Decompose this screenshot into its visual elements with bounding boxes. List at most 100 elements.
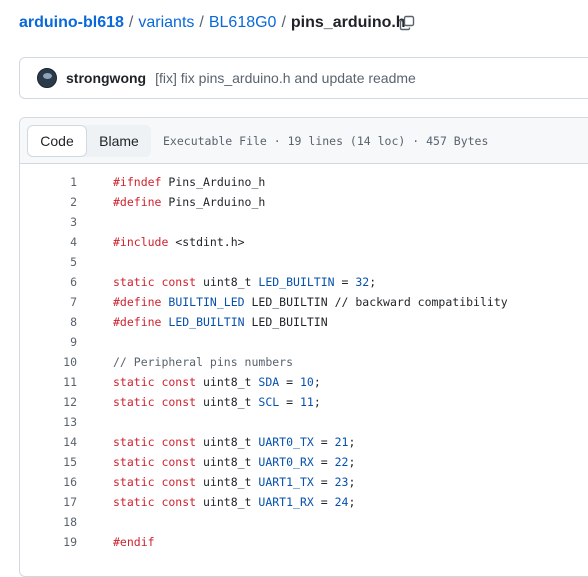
breadcrumb-separator: / xyxy=(199,14,204,31)
code-line: 12 static const uint8_t SCL = 11; xyxy=(20,392,588,412)
line-number[interactable]: 13 xyxy=(20,412,77,432)
code-token: #define xyxy=(113,195,169,209)
code-token: ; xyxy=(313,375,321,389)
code-text: #endif xyxy=(113,532,155,552)
code-token: = xyxy=(279,375,300,389)
code-line: 7 #define BUILTIN_LED LED_BUILTIN // back… xyxy=(20,292,588,312)
code-token: #include xyxy=(113,235,176,249)
line-number[interactable]: 6 xyxy=(20,272,77,292)
line-number[interactable]: 18 xyxy=(20,512,77,532)
breadcrumb-repo-link[interactable]: arduino-bl618 xyxy=(19,14,124,32)
code-token: 11 xyxy=(299,395,314,409)
file-info: Executable File · 19 lines (14 loc) · 45… xyxy=(163,133,489,148)
code-token: ; xyxy=(348,495,356,509)
code-token: uint8_t xyxy=(203,435,259,449)
avatar[interactable] xyxy=(37,68,57,88)
code-token: static const xyxy=(113,475,204,489)
line-number[interactable]: 12 xyxy=(20,392,77,412)
commit-author[interactable]: strongwong xyxy=(66,70,146,86)
code-token: #endif xyxy=(113,535,155,549)
code-line: 1 #ifndef Pins_Arduino_h xyxy=(20,172,588,192)
code-text: #define LED_BUILTIN LED_BUILTIN xyxy=(113,312,328,332)
line-number[interactable]: 14 xyxy=(20,432,77,452)
line-number[interactable]: 2 xyxy=(20,192,77,212)
code-token: UART1_TX xyxy=(258,475,314,489)
code-token: <stdint.h> xyxy=(175,235,245,249)
breadcrumb: arduino-bl618 / variants / BL618G0 / pin… xyxy=(19,12,406,34)
copy-path-button[interactable] xyxy=(397,13,417,33)
code-token: 24 xyxy=(334,495,349,509)
line-number[interactable]: 3 xyxy=(20,212,77,232)
code-token: = xyxy=(313,475,335,489)
code-token: ; xyxy=(369,275,377,289)
commit-message[interactable]: [fix] fix pins_arduino.h and update read… xyxy=(155,70,416,86)
code-token: LED_BUILTIN xyxy=(168,315,252,329)
code-text: static const uint8_t UART0_RX = 22; xyxy=(113,452,355,472)
code-token: UART0_TX xyxy=(258,435,314,449)
code-token: static const xyxy=(113,395,204,409)
code-token: SDA xyxy=(258,375,280,389)
code-token: #define xyxy=(113,315,169,329)
line-number[interactable]: 17 xyxy=(20,492,77,512)
code-text: #define BUILTIN_LED LED_BUILTIN // backw… xyxy=(113,292,508,312)
code-token: uint8_t xyxy=(203,395,259,409)
line-number[interactable]: 1 xyxy=(20,172,77,192)
tab-code[interactable]: Code xyxy=(27,124,87,157)
code-text: static const uint8_t SCL = 11; xyxy=(113,392,321,412)
code-token: #ifndef xyxy=(113,175,169,189)
line-number[interactable]: 19 xyxy=(20,532,77,552)
code-token: Pins_Arduino_h xyxy=(168,175,266,189)
code-token: 23 xyxy=(334,475,349,489)
code-token: UART0_RX xyxy=(258,455,314,469)
line-number[interactable]: 10 xyxy=(20,352,77,372)
code-text: // Peripheral pins numbers xyxy=(113,352,293,372)
code-line: 14 static const uint8_t UART0_TX = 21; xyxy=(20,432,588,452)
line-number[interactable]: 8 xyxy=(20,312,77,332)
code-text: static const uint8_t SDA = 10; xyxy=(113,372,321,392)
copy-icon xyxy=(399,15,415,31)
code-line: 16 static const uint8_t UART1_TX = 23; xyxy=(20,472,588,492)
code-token: ; xyxy=(348,435,356,449)
code-token: uint8_t xyxy=(203,275,259,289)
line-number[interactable]: 16 xyxy=(20,472,77,492)
breadcrumb-current-file: pins_arduino.h xyxy=(290,14,406,31)
code-text: #ifndef Pins_Arduino_h xyxy=(113,172,265,192)
breadcrumb-variants-link[interactable]: variants xyxy=(138,14,194,32)
code-line: 9 xyxy=(20,332,588,352)
file-header: Code Blame Executable File · 19 lines (1… xyxy=(20,118,588,164)
code-token: = xyxy=(313,495,335,509)
code-token: static const xyxy=(113,435,204,449)
code-text: #include <stdint.h> xyxy=(113,232,245,252)
code-token: 32 xyxy=(355,275,370,289)
code-line: 2 #define Pins_Arduino_h xyxy=(20,192,588,212)
code-line: 17 static const uint8_t UART1_RX = 24; xyxy=(20,492,588,512)
code-line: 5 xyxy=(20,252,588,272)
line-number[interactable]: 4 xyxy=(20,232,77,252)
line-number[interactable]: 5 xyxy=(20,252,77,272)
tab-blame[interactable]: Blame xyxy=(87,125,151,157)
code-token: uint8_t xyxy=(203,495,259,509)
code-line: 15 static const uint8_t UART0_RX = 22; xyxy=(20,452,588,472)
code-line: 6 static const uint8_t LED_BUILTIN = 32; xyxy=(20,272,588,292)
breadcrumb-separator: / xyxy=(128,14,134,31)
code-token: LED_BUILTIN xyxy=(258,275,335,289)
code-token: 21 xyxy=(334,435,349,449)
line-number[interactable]: 7 xyxy=(20,292,77,312)
line-number[interactable]: 11 xyxy=(20,372,77,392)
code-token: Pins_Arduino_h xyxy=(168,195,266,209)
code-line: 8 #define LED_BUILTIN LED_BUILTIN xyxy=(20,312,588,332)
code-text: static const uint8_t UART1_TX = 23; xyxy=(113,472,355,492)
line-number[interactable]: 9 xyxy=(20,332,77,352)
code-token: static const xyxy=(113,375,204,389)
breadcrumb-bl618g0-link[interactable]: BL618G0 xyxy=(209,14,277,32)
code-token: LED_BUILTIN xyxy=(251,315,328,329)
code-line: 13 xyxy=(20,412,588,432)
code-token: = xyxy=(313,435,335,449)
code-token: ; xyxy=(348,455,356,469)
code-token: ; xyxy=(348,475,356,489)
code-token: uint8_t xyxy=(203,455,259,469)
code-token: // backward compatibility xyxy=(334,295,508,309)
code-token: static const xyxy=(113,495,204,509)
line-number[interactable]: 15 xyxy=(20,452,77,472)
code-line: 3 xyxy=(20,212,588,232)
